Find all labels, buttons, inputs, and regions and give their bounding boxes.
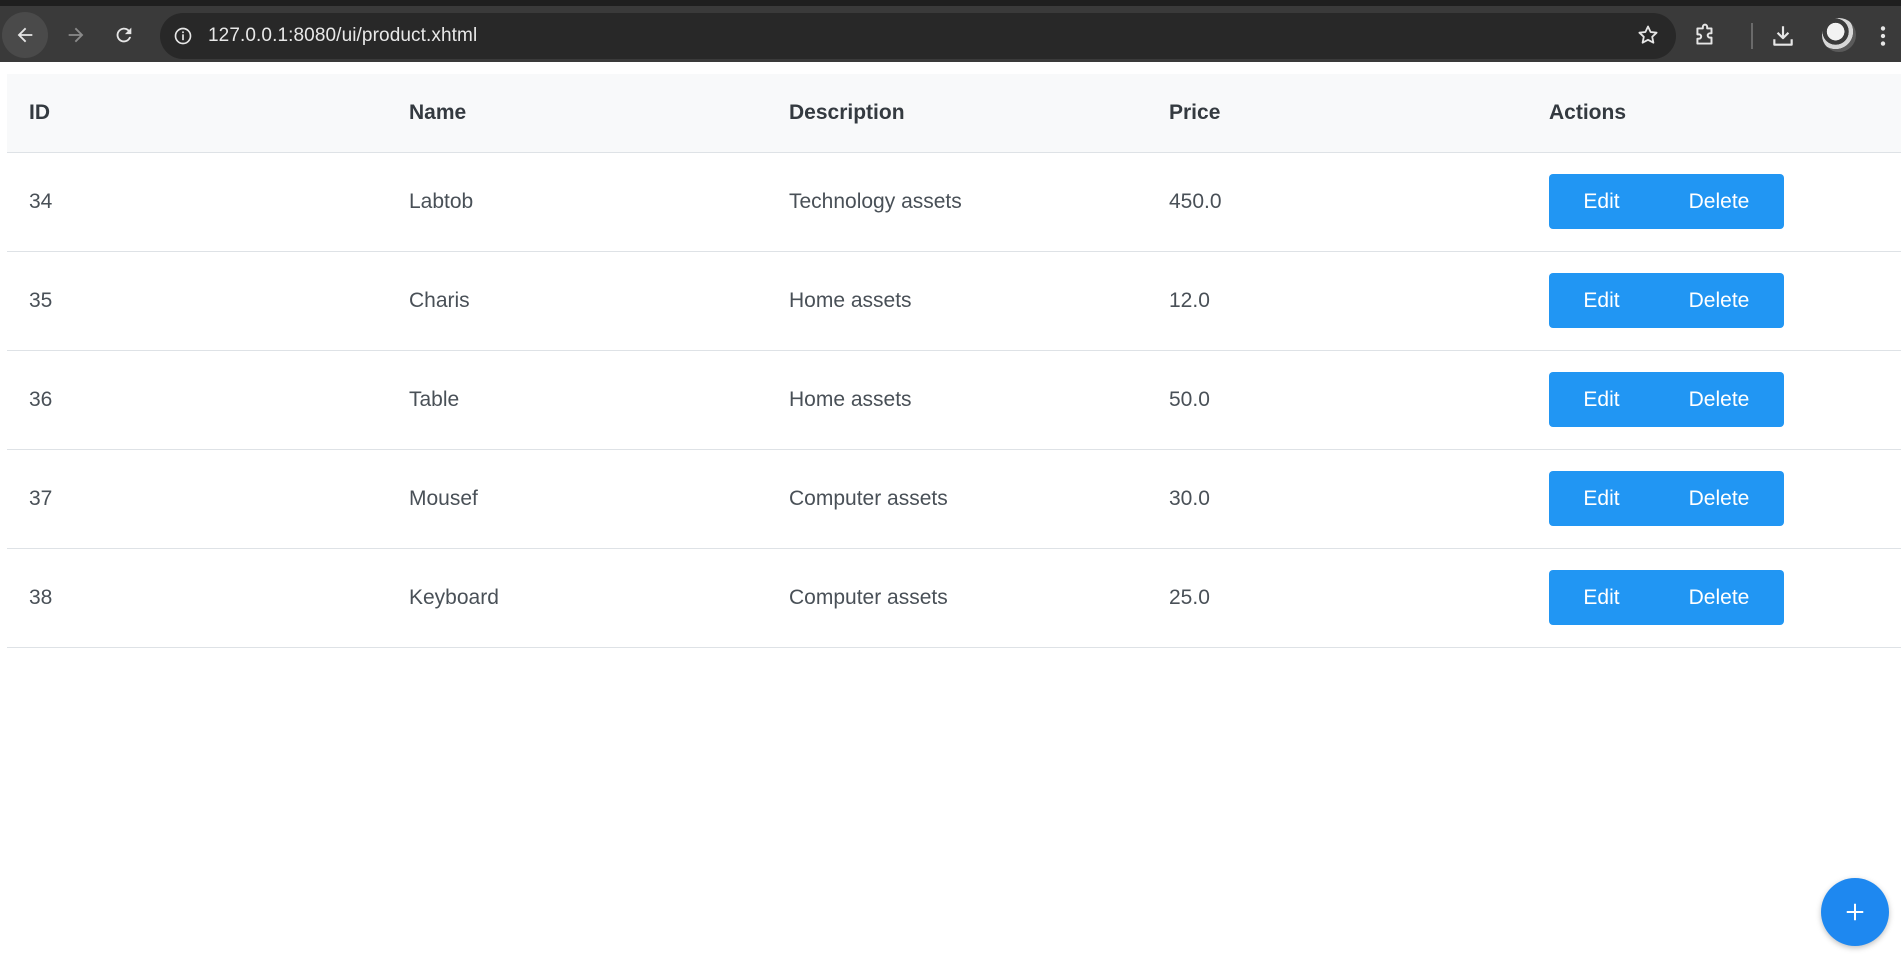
add-product-button[interactable]: [1821, 878, 1889, 946]
delete-button[interactable]: Delete: [1654, 372, 1784, 427]
edit-button[interactable]: Edit: [1549, 471, 1654, 526]
reload-button[interactable]: [101, 12, 147, 58]
delete-button[interactable]: Delete: [1654, 471, 1784, 526]
cell-description: Home assets: [767, 350, 1147, 450]
edit-button[interactable]: Edit: [1549, 570, 1654, 625]
cell-description: Home assets: [767, 251, 1147, 351]
edit-button[interactable]: Edit: [1549, 174, 1654, 229]
back-button[interactable]: [2, 12, 48, 58]
site-info-button[interactable]: [166, 19, 200, 53]
plus-icon: [1846, 903, 1864, 921]
cell-id: 34: [7, 152, 387, 252]
column-header-price[interactable]: Price: [1147, 74, 1527, 153]
cell-actions: Edit Delete: [1527, 251, 1901, 351]
star-icon: [1638, 25, 1658, 44]
cell-price: 450.0: [1147, 152, 1527, 252]
cell-actions: Edit Delete: [1527, 449, 1901, 549]
cell-name: Keyboard: [387, 548, 767, 648]
bookmark-button[interactable]: [1636, 23, 1660, 52]
table-row: 38 Keyboard Computer assets 25.0 Edit Del…: [7, 548, 1901, 648]
toolbar-divider: [1751, 23, 1753, 49]
delete-button[interactable]: Delete: [1654, 273, 1784, 328]
cell-id: 36: [7, 350, 387, 450]
extensions-button[interactable]: [1692, 14, 1718, 58]
url-text[interactable]: 127.0.0.1:8080/ui/product.xhtml: [208, 25, 477, 47]
more-vertical-icon: [1880, 26, 1886, 46]
cell-price: 50.0: [1147, 350, 1527, 450]
cell-name: Mousef: [387, 449, 767, 549]
table-header-row: ID Name Description Price Actions: [7, 74, 1901, 153]
column-header-description[interactable]: Description: [767, 74, 1147, 153]
table-row: 35 Charis Home assets 12.0 Edit Delete: [7, 251, 1901, 351]
downloads-button[interactable]: [1770, 14, 1796, 58]
delete-button[interactable]: Delete: [1654, 570, 1784, 625]
column-header-name[interactable]: Name: [387, 74, 767, 153]
info-icon: [174, 27, 192, 45]
products-table-container: ID Name Description Price Actions 34 Lab…: [7, 74, 1901, 648]
cell-description: Computer assets: [767, 548, 1147, 648]
forward-button[interactable]: [53, 12, 99, 58]
reload-icon: [116, 27, 132, 43]
table-row: 37 Mousef Computer assets 30.0 Edit Delet…: [7, 449, 1901, 549]
cell-actions: Edit Delete: [1527, 548, 1901, 648]
delete-button[interactable]: Delete: [1654, 174, 1784, 229]
table-row: 34 Labtob Technology assets 450.0 Edit De…: [7, 152, 1901, 252]
cell-id: 35: [7, 251, 387, 351]
cell-id: 37: [7, 449, 387, 549]
download-icon: [1773, 26, 1793, 46]
cell-actions: Edit Delete: [1527, 350, 1901, 450]
address-bar[interactable]: 127.0.0.1:8080/ui/product.xhtml: [160, 13, 1676, 59]
cell-name: Table: [387, 350, 767, 450]
cell-actions: Edit Delete: [1527, 152, 1901, 252]
cell-price: 12.0: [1147, 251, 1527, 351]
products-table: ID Name Description Price Actions 34 Lab…: [7, 74, 1901, 648]
cell-name: Charis: [387, 251, 767, 351]
column-header-actions: Actions: [1527, 74, 1901, 153]
puzzle-icon: [1696, 23, 1713, 45]
table-row: 36 Table Home assets 50.0 Edit Delete: [7, 350, 1901, 450]
cell-name: Labtob: [387, 152, 767, 252]
edit-button[interactable]: Edit: [1549, 372, 1654, 427]
profile-avatar[interactable]: [1822, 18, 1856, 52]
column-header-id[interactable]: ID: [7, 74, 387, 153]
browser-toolbar: 127.0.0.1:8080/ui/product.xhtml: [0, 0, 1901, 62]
cell-price: 30.0: [1147, 449, 1527, 549]
page-content: ID Name Description Price Actions 34 Lab…: [0, 62, 1901, 972]
cell-description: Technology assets: [767, 152, 1147, 252]
cell-description: Computer assets: [767, 449, 1147, 549]
arrow-right-icon: [68, 27, 84, 43]
arrow-left-icon: [17, 27, 33, 43]
browser-menu-button[interactable]: [1878, 14, 1888, 58]
cell-price: 25.0: [1147, 548, 1527, 648]
edit-button[interactable]: Edit: [1549, 273, 1654, 328]
cell-id: 38: [7, 548, 387, 648]
